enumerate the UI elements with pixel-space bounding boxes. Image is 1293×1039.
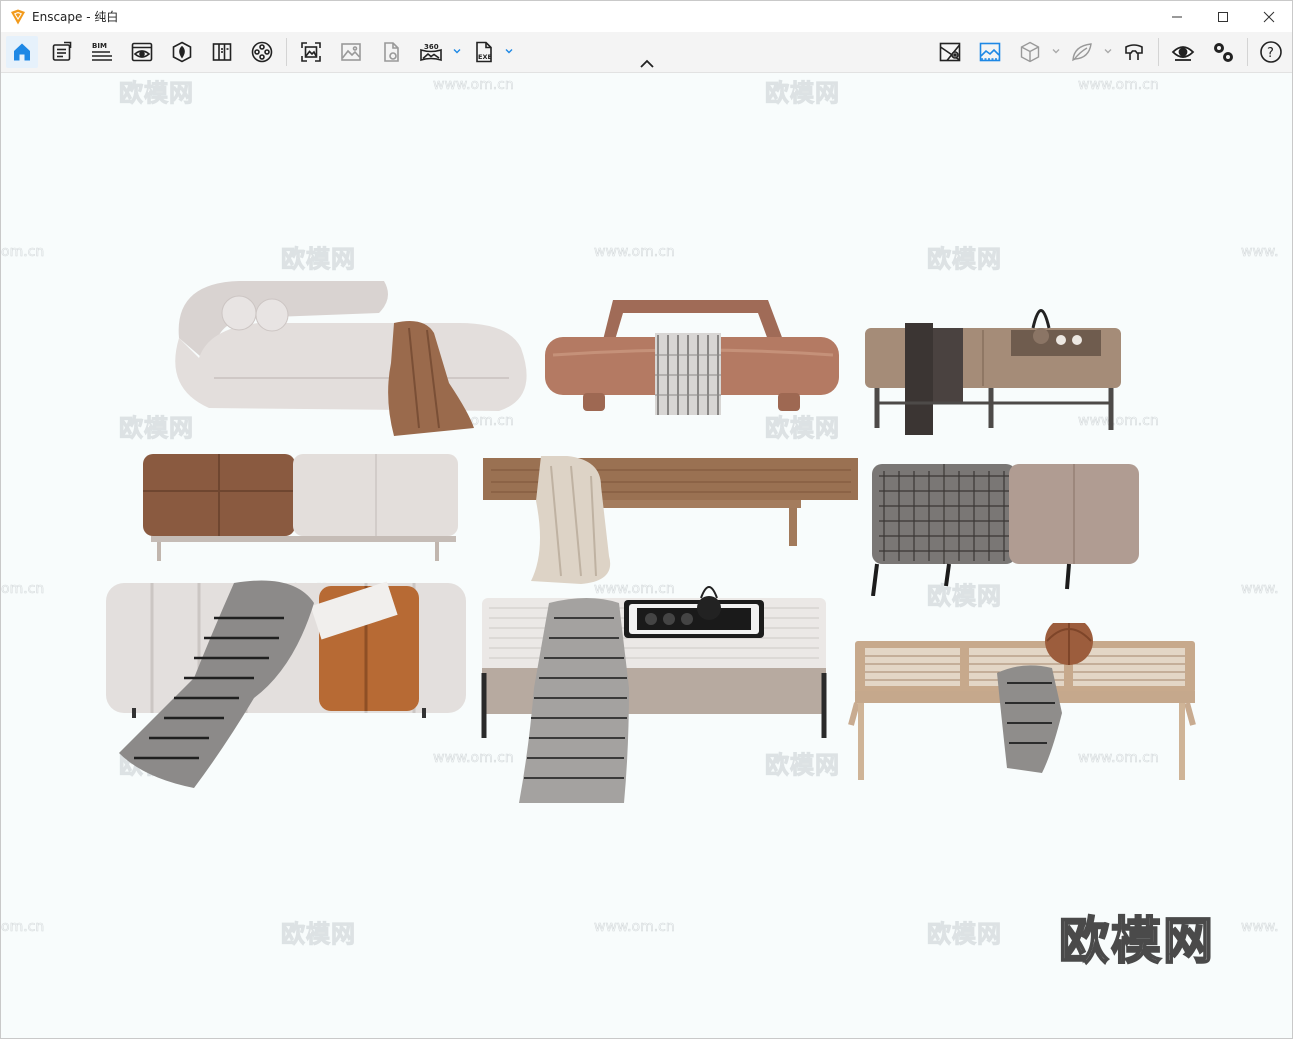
views-list-icon <box>52 41 72 61</box>
map-icon <box>939 42 961 62</box>
screenshot-icon <box>301 42 321 62</box>
watermark-brand: 欧模网 <box>281 245 356 274</box>
tufted-bench-orange <box>106 580 466 788</box>
chevron-down-icon[interactable] <box>452 46 462 56</box>
eye-button[interactable] <box>1168 37 1198 67</box>
close-button[interactable] <box>1246 1 1292 32</box>
watermark-url: www.om.cn <box>594 244 675 261</box>
watermark-brand: 欧模网 <box>927 245 1002 274</box>
watermark-url: www.om.cn <box>433 77 514 94</box>
views-button[interactable] <box>47 37 77 67</box>
panorama-360-label: 360 <box>424 43 439 51</box>
help-button[interactable]: ? <box>1256 37 1286 67</box>
sky-button[interactable] <box>975 37 1005 67</box>
sky-icon <box>979 42 1001 62</box>
settings-button[interactable] <box>1208 37 1238 67</box>
title-bar: Enscape - 纯白 <box>1 1 1292 32</box>
watermark-url: www. <box>1241 244 1279 261</box>
vr-headset-button[interactable] <box>1119 37 1149 67</box>
visual-settings-button[interactable] <box>127 37 157 67</box>
rattan-bench-pouf <box>848 623 1196 780</box>
minimize-button[interactable] <box>1154 1 1200 32</box>
close-icon <box>1263 11 1275 22</box>
maximize-icon <box>1218 11 1228 22</box>
help-icon: ? <box>1260 41 1282 63</box>
video-editor-icon <box>251 41 273 63</box>
minimize-icon <box>1172 16 1182 17</box>
export-exe-label: EXE <box>478 53 492 61</box>
asset-library-button[interactable] <box>167 37 197 67</box>
batch-render-icon <box>341 43 361 61</box>
map-button[interactable] <box>935 37 965 67</box>
watermark-brand: 欧模网 <box>765 79 840 108</box>
render-viewport[interactable]: 欧模网 www.om.cn 欧模网 www.om.cn om.cn 欧模网 ww… <box>1 73 1292 1038</box>
maximize-button[interactable] <box>1200 1 1246 32</box>
bim-label: BIM <box>92 42 107 50</box>
chevron-down-icon[interactable] <box>1051 46 1061 56</box>
watermark-brand: 欧模网 <box>119 79 194 108</box>
collapse-toolbar-icon[interactable] <box>638 58 656 70</box>
watermark-url: om.cn <box>1 919 45 936</box>
toolbar-separator <box>286 38 287 66</box>
watermark-brand: 欧模网 <box>927 920 1002 949</box>
wood-bench-throw <box>483 456 858 584</box>
material-editor-icon <box>212 43 232 61</box>
toolbar-separator <box>1158 38 1159 66</box>
watermark-brand: 欧模网 <box>281 920 356 949</box>
brand-logo-text: 欧模网 <box>1058 911 1215 971</box>
vr-headset-icon <box>1125 44 1143 60</box>
chaise-lounge-cream <box>175 281 527 436</box>
bench-tea-tray <box>865 309 1121 435</box>
watermark-url: om.cn <box>1 244 45 261</box>
leather-bench-handle <box>545 300 839 415</box>
toolbar-separator <box>1247 38 1248 66</box>
bim-button[interactable]: BIM <box>87 37 117 67</box>
help-label: ? <box>1267 46 1274 61</box>
panorama-360-icon: 360 <box>420 43 442 62</box>
panorama-360-button[interactable]: 360 <box>416 37 446 67</box>
panorama-upload-button[interactable] <box>376 37 406 67</box>
enscape-logo-icon <box>11 9 25 24</box>
window-title: Enscape - 纯白 <box>32 10 119 24</box>
watermark-url: www. <box>1241 581 1279 598</box>
settings-icon <box>1214 43 1233 62</box>
eye-icon <box>1171 46 1195 61</box>
enscape-toolbar: BIM 360 EXE ? <box>1 32 1292 73</box>
home-button[interactable] <box>6 36 38 68</box>
export-exe-button[interactable]: EXE <box>469 37 499 67</box>
chevron-down-icon[interactable] <box>504 46 514 56</box>
ottoman-brown-cream <box>143 454 458 561</box>
watermark-url: www.om.cn <box>1078 77 1159 94</box>
cube-button[interactable] <box>1015 37 1045 67</box>
cube-icon <box>1020 41 1040 63</box>
panorama-upload-icon <box>384 42 399 62</box>
screenshot-button[interactable] <box>296 37 326 67</box>
leaf-icon <box>1072 43 1092 62</box>
bench-tray-teapot <box>481 586 827 803</box>
home-icon <box>14 43 30 61</box>
watermark-url: om.cn <box>1 581 45 598</box>
chevron-down-icon[interactable] <box>1103 46 1113 56</box>
batch-render-button[interactable] <box>336 37 366 67</box>
leaf-button[interactable] <box>1067 37 1097 67</box>
asset-library-icon <box>172 41 192 63</box>
watermark-url: www. <box>1241 919 1279 936</box>
export-exe-icon: EXE <box>476 41 492 63</box>
material-editor-button[interactable] <box>207 37 237 67</box>
watermark-url: www.om.cn <box>594 919 675 936</box>
bim-icon: BIM <box>92 42 112 61</box>
enscape-window: Enscape - 纯白 BIM 360 EXE ? 欧模网 www.om.cn… <box>0 0 1293 1039</box>
video-editor-button[interactable] <box>247 37 277 67</box>
ottoman-houndstooth <box>871 464 1139 596</box>
visual-settings-icon <box>131 42 153 62</box>
